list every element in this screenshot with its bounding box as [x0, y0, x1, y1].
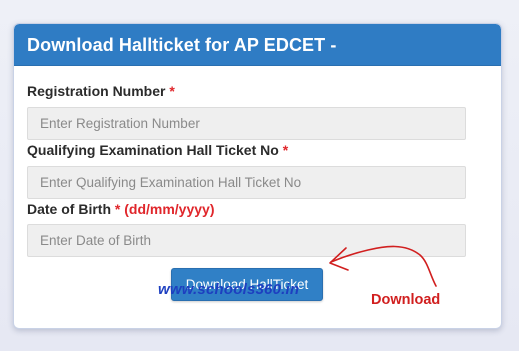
form-title: Download Hallticket for AP EDCET -: [27, 35, 337, 55]
hall-ticket-no-input[interactable]: [27, 166, 466, 199]
card-header: Download Hallticket for AP EDCET -: [14, 24, 501, 66]
required-marker: *: [114, 201, 121, 217]
required-marker: *: [282, 142, 289, 158]
registration-number-label-text: Registration Number: [27, 83, 166, 99]
required-marker: *: [169, 83, 175, 99]
date-of-birth-label: Date of Birth * (dd/mm/yyyy): [27, 201, 214, 217]
registration-number-label: Registration Number *: [27, 83, 175, 99]
date-of-birth-label-text: Date of Birth: [27, 201, 111, 217]
hall-ticket-no-label-text: Qualifying Examination Hall Ticket No: [27, 142, 279, 158]
date-of-birth-input[interactable]: [27, 224, 466, 257]
registration-number-input[interactable]: [27, 107, 466, 140]
site-watermark: www.schools360.in: [158, 281, 300, 298]
date-format-hint: (dd/mm/yyyy): [124, 201, 215, 217]
download-annotation: Download: [371, 292, 441, 308]
hall-ticket-no-label: Qualifying Examination Hall Ticket No *: [27, 142, 288, 158]
